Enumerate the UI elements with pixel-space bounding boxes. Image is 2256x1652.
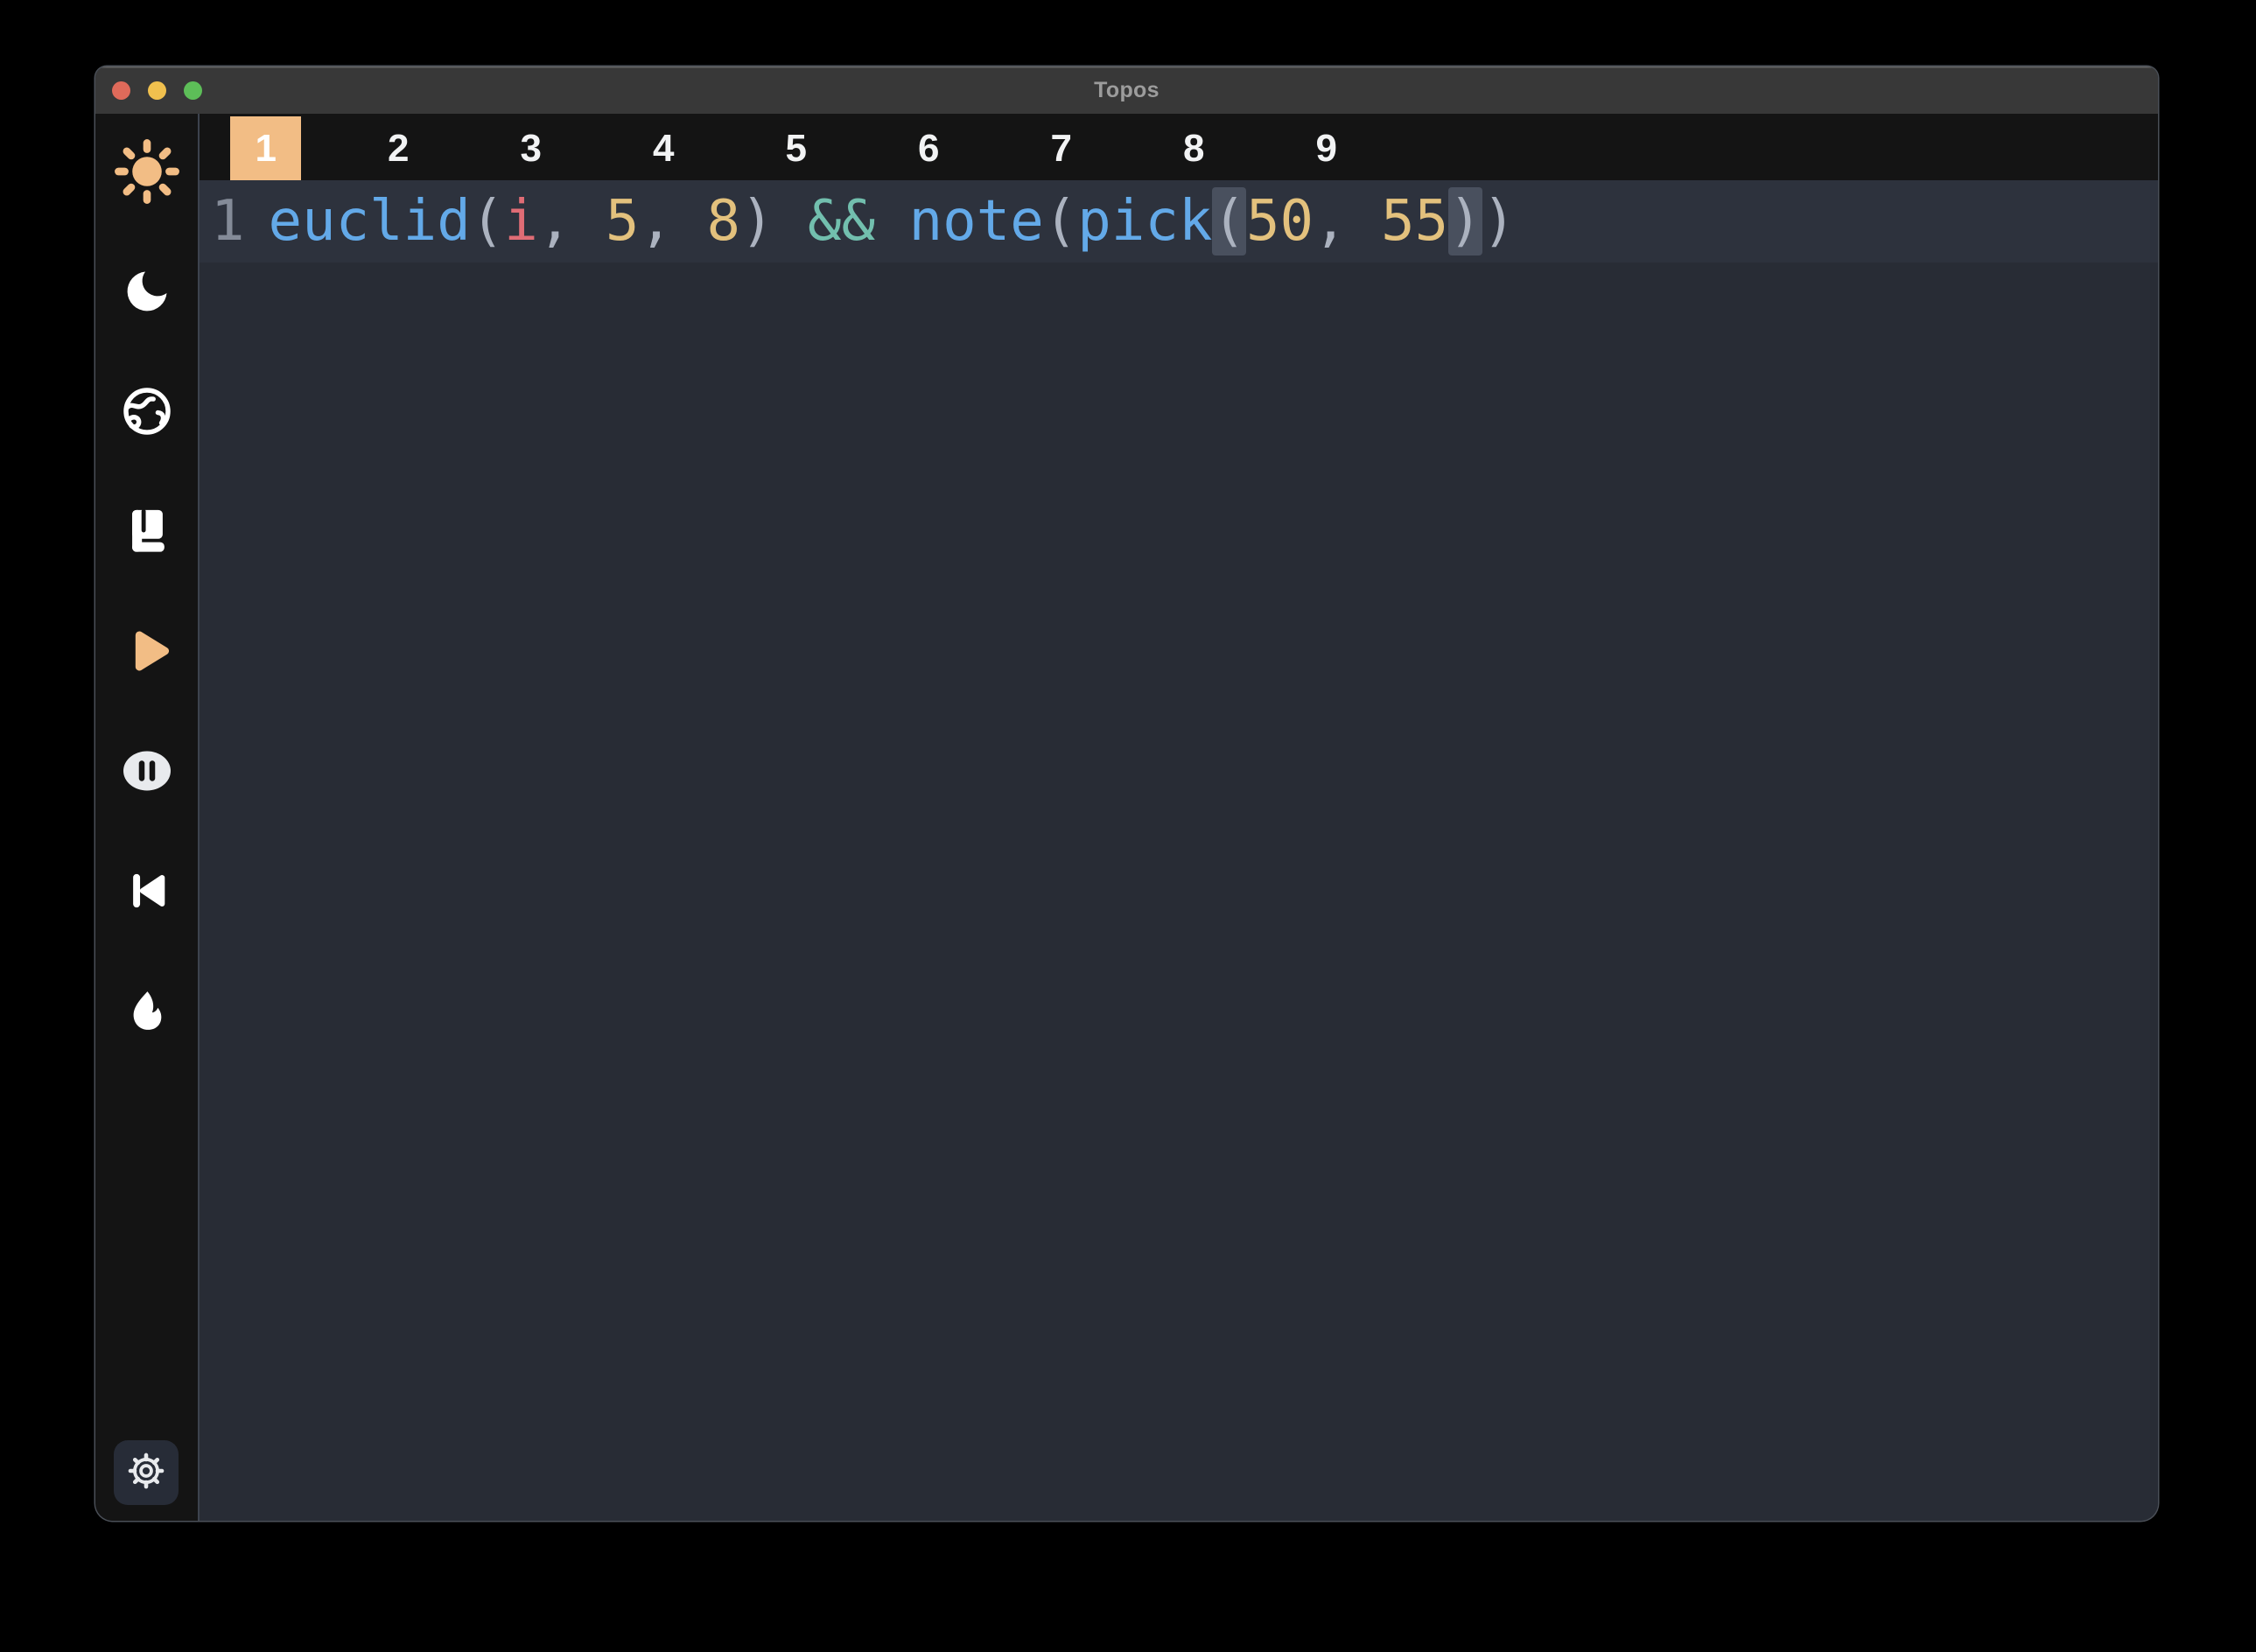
sidebar-play-button[interactable]: [119, 623, 174, 678]
code-token-function: euclid: [269, 189, 471, 254]
code-token-number: 50: [1246, 189, 1314, 254]
app-window: Topos 123456789 1 euclid(i, 5, 8) && not…: [95, 66, 2158, 1521]
sidebar: [95, 114, 200, 1521]
tab-label: 8: [1159, 116, 1230, 180]
book-icon: [122, 506, 172, 556]
tab-label: 2: [363, 116, 434, 180]
line-number: 1: [211, 180, 245, 262]
code-token-punct: ,: [538, 189, 606, 254]
skip-back-icon: [123, 866, 172, 915]
tab-bar: 123456789: [200, 114, 2158, 180]
tab-label: 6: [893, 116, 964, 180]
tab-label: 1: [230, 116, 301, 180]
sidebar-flame-button[interactable]: [119, 983, 174, 1038]
window-title: Topos: [95, 66, 2158, 114]
tab-label: 7: [1026, 116, 1096, 180]
code-token-function: pick: [1077, 189, 1212, 254]
tab-label: 5: [760, 116, 831, 180]
code-token-punct-matched-bracket: (: [1212, 187, 1246, 256]
desktop-background: Topos 123456789 1 euclid(i, 5, 8) && not…: [0, 0, 2256, 1652]
code-token-punct: ): [740, 189, 808, 254]
flame-icon: [123, 986, 172, 1035]
active-line: 1 euclid(i, 5, 8) && note(pick(50, 55)): [200, 180, 2158, 262]
sidebar-globe-button[interactable]: [119, 383, 174, 438]
sidebar-pause-button[interactable]: [119, 743, 174, 798]
code-token-punct: ,: [639, 189, 706, 254]
code-token-number: 55: [1381, 189, 1448, 254]
tab-3[interactable]: 3: [465, 114, 598, 180]
code-token-operator: &&: [808, 189, 909, 254]
code-token-number: 8: [706, 189, 740, 254]
code-token-punct-matched-bracket: ): [1448, 187, 1482, 256]
code-token-number: 5: [606, 189, 640, 254]
code-editor[interactable]: 1 euclid(i, 5, 8) && note(pick(50, 55)): [200, 180, 2158, 1521]
code-token-punct: ): [1482, 189, 1517, 254]
tab-7[interactable]: 7: [995, 114, 1128, 180]
code-token-punct: (: [471, 189, 505, 254]
code-token-punct: ,: [1314, 189, 1381, 254]
code-line: euclid(i, 5, 8) && note(pick(50, 55)): [269, 180, 1517, 262]
gear-icon: [126, 1451, 166, 1495]
moon-icon: [121, 265, 173, 318]
sidebar-skip-back-button[interactable]: [119, 863, 174, 918]
tab-9[interactable]: 9: [1260, 114, 1393, 180]
tab-6[interactable]: 6: [863, 114, 996, 180]
sun-icon: [115, 139, 179, 204]
tab-label: 3: [495, 116, 566, 180]
sidebar-moon-button[interactable]: [119, 263, 174, 318]
sidebar-book-button[interactable]: [119, 503, 174, 558]
code-token-function: note: [909, 189, 1044, 254]
titlebar[interactable]: Topos: [95, 66, 2158, 114]
globe-icon: [120, 384, 174, 438]
settings-button[interactable]: [114, 1440, 179, 1505]
sidebar-sun-button[interactable]: [119, 144, 174, 199]
code-token-variable: i: [504, 189, 538, 254]
tab-1[interactable]: 1: [200, 114, 333, 180]
tab-5[interactable]: 5: [730, 114, 863, 180]
tab-4[interactable]: 4: [598, 114, 731, 180]
pause-icon: [121, 745, 173, 797]
play-icon: [120, 624, 174, 678]
tab-8[interactable]: 8: [1128, 114, 1261, 180]
tab-label: 4: [628, 116, 699, 180]
tab-label: 9: [1291, 116, 1362, 180]
tab-2[interactable]: 2: [333, 114, 466, 180]
code-token-punct: (: [1044, 189, 1078, 254]
